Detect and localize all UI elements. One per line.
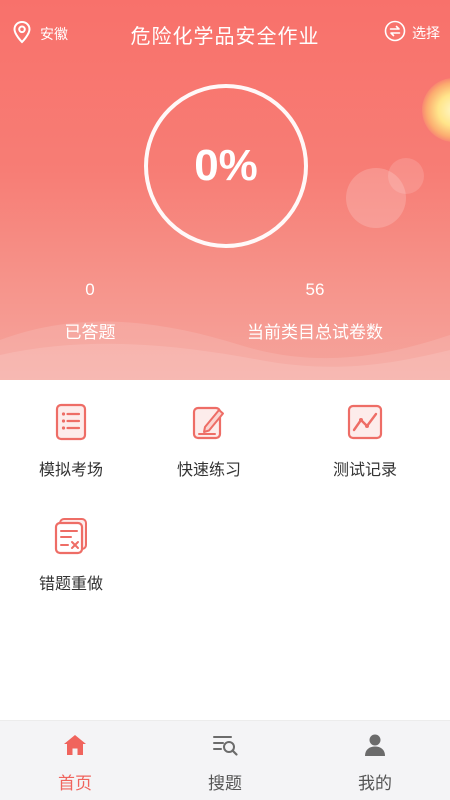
page-title: 危险化学品安全作业 xyxy=(130,24,320,48)
total-papers-stat: 56 当前类目总试卷数 xyxy=(230,280,400,343)
quick-practice-button[interactable]: 快速练习 xyxy=(144,402,274,480)
bottom-tab-bar: 首页 搜题 我的 xyxy=(0,720,450,800)
tab-home[interactable]: 首页 xyxy=(0,721,150,800)
switch-label: 选择 xyxy=(412,26,440,42)
progress-percent: 0% xyxy=(194,141,258,190)
tab-profile-label: 我的 xyxy=(358,774,392,794)
tab-home-label: 首页 xyxy=(58,774,92,794)
mock-exam-button[interactable]: 模拟考场 xyxy=(6,402,136,480)
edit-practice-icon xyxy=(189,402,229,442)
total-papers-label: 当前类目总试卷数 xyxy=(247,323,383,343)
test-records-button[interactable]: 测试记录 xyxy=(300,402,430,480)
quick-practice-label: 快速练习 xyxy=(176,460,241,479)
wrong-question-icon xyxy=(51,516,91,556)
hero-banner: 安徽 危险化学品安全作业 选择 0% 0 已答题 56 当前类目总试卷数 xyxy=(0,0,450,380)
bubble-decoration xyxy=(388,158,424,194)
tab-search[interactable]: 搜题 xyxy=(150,721,300,800)
redo-wrong-label: 错题重做 xyxy=(38,574,103,593)
home-icon xyxy=(61,731,89,759)
exam-list-icon xyxy=(51,402,91,442)
answered-stat: 0 已答题 xyxy=(40,280,140,343)
action-grid: 模拟考场 快速练习 测试记录 错题重做 xyxy=(0,380,450,720)
progress-ring: 0% xyxy=(144,84,308,248)
answered-count: 0 xyxy=(85,280,95,299)
trend-chart-icon xyxy=(345,402,385,442)
answered-label: 已答题 xyxy=(64,323,116,343)
category-switch-button[interactable]: 选择 xyxy=(384,20,440,46)
user-icon xyxy=(361,731,389,759)
test-records-label: 测试记录 xyxy=(332,460,397,479)
search-list-icon xyxy=(211,731,239,759)
top-bar: 安徽 危险化学品安全作业 选择 xyxy=(0,0,450,66)
sun-decoration xyxy=(422,78,450,142)
redo-wrong-button[interactable]: 错题重做 xyxy=(6,516,136,594)
mock-exam-label: 模拟考场 xyxy=(38,460,103,479)
tab-profile[interactable]: 我的 xyxy=(300,721,450,800)
switch-icon xyxy=(384,20,406,46)
tab-search-label: 搜题 xyxy=(208,774,242,794)
total-papers-count: 56 xyxy=(305,280,325,299)
